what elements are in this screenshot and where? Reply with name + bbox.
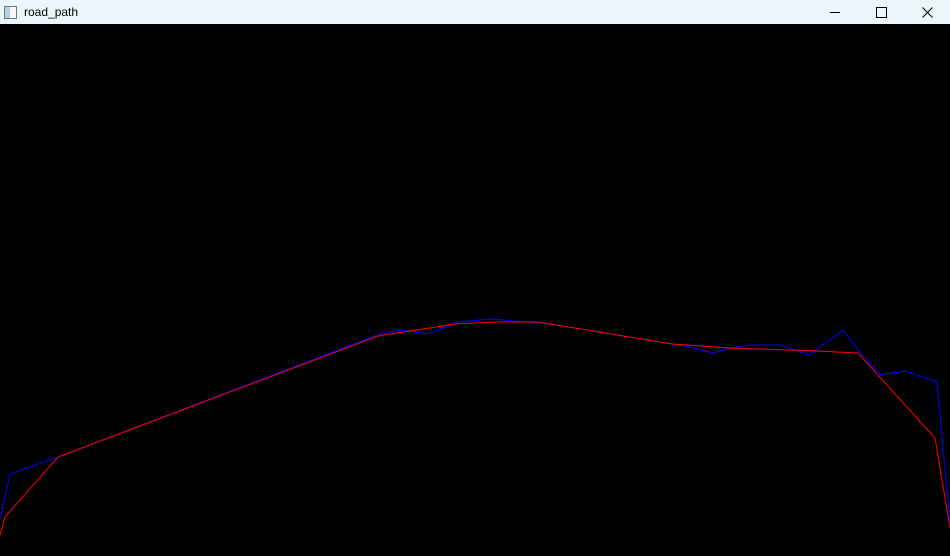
close-icon bbox=[921, 6, 933, 18]
window-app-icon bbox=[4, 5, 17, 19]
maximize-button[interactable] bbox=[858, 0, 904, 24]
drawing-canvas bbox=[0, 24, 950, 556]
window-title: road_path bbox=[24, 5, 79, 19]
title-bar[interactable]: road_path bbox=[0, 0, 950, 24]
minimize-icon bbox=[829, 11, 840, 13]
road-path-plot bbox=[0, 318, 950, 536]
raw-path-line bbox=[0, 318, 950, 524]
minimize-button[interactable] bbox=[812, 0, 858, 24]
close-button[interactable] bbox=[904, 0, 950, 24]
maximize-icon bbox=[875, 6, 887, 18]
app-window: road_path bbox=[0, 0, 950, 556]
window-controls bbox=[812, 0, 950, 24]
